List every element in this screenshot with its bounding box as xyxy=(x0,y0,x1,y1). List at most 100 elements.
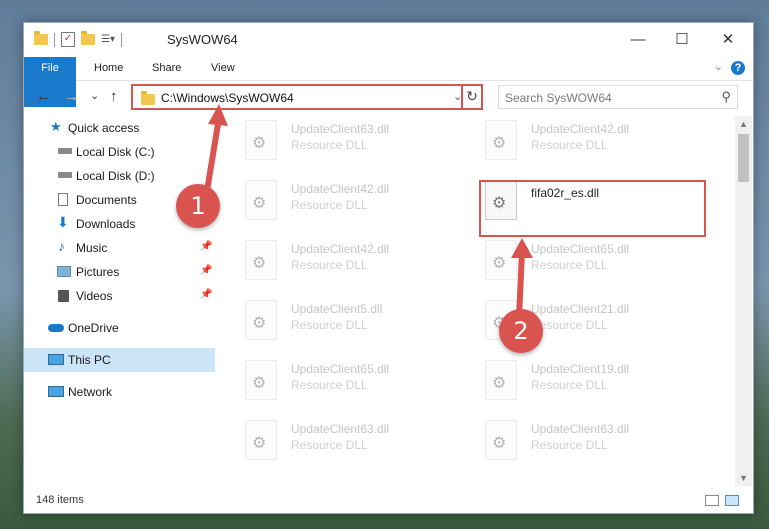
sidebar-item-label: Documents xyxy=(76,193,137,207)
file-name: UpdateClient65.dll xyxy=(291,362,390,376)
sidebar-item-label: Downloads xyxy=(76,217,136,231)
file-item[interactable]: UpdateClient5.dll Resource DLL xyxy=(221,296,451,346)
new-folder-icon[interactable] xyxy=(81,31,95,45)
star-icon: ★ xyxy=(50,119,62,134)
forward-button[interactable]: → xyxy=(64,88,79,105)
file-name: UpdateClient42.dll xyxy=(291,182,390,196)
dll-file-icon xyxy=(485,360,517,400)
file-item[interactable]: UpdateClient63.dll Resource DLL xyxy=(221,416,451,466)
file-type: Resource DLL xyxy=(531,378,608,392)
sidebar-item-local-disk-c[interactable]: Local Disk (C:) xyxy=(24,140,215,164)
pin-icon[interactable]: 📌 xyxy=(200,289,212,300)
sidebar-item-label: Network xyxy=(68,385,113,399)
drive-icon xyxy=(58,148,72,154)
search-icon: ⚲ xyxy=(721,89,731,104)
window-title: SysWOW64 xyxy=(167,32,238,47)
documents-icon xyxy=(58,193,68,206)
file-item[interactable]: UpdateClient21.dll Resource DLL xyxy=(461,296,691,346)
network-icon xyxy=(48,386,64,397)
file-type: Resource DLL xyxy=(291,318,368,332)
help-icon[interactable]: ? xyxy=(731,61,745,75)
refresh-button[interactable]: ↻ xyxy=(461,84,483,110)
vertical-scrollbar[interactable]: ▲ ▼ xyxy=(735,116,752,486)
expand-ribbon-icon[interactable]: ⌄ xyxy=(714,60,723,73)
file-name: UpdateClient63.dll xyxy=(531,422,630,436)
sidebar-item-onedrive[interactable]: OneDrive xyxy=(24,316,215,340)
music-icon: ♪ xyxy=(58,238,65,254)
sidebar-item-label: This PC xyxy=(68,353,111,367)
sidebar-item-music[interactable]: ♪ Music 📌 xyxy=(24,236,215,260)
scroll-down-icon[interactable]: ▼ xyxy=(739,473,748,483)
sidebar-item-quick-access[interactable]: ★ Quick access xyxy=(24,116,215,140)
pin-icon[interactable]: 📌 xyxy=(200,241,212,252)
minimize-button[interactable]: — xyxy=(615,23,661,57)
dll-file-icon xyxy=(485,420,517,460)
scrollbar-thumb[interactable] xyxy=(738,134,749,182)
back-button[interactable]: ← xyxy=(36,88,51,105)
file-item[interactable]: UpdateClient65.dll Resource DLL xyxy=(461,236,691,286)
folder-icon xyxy=(34,31,48,45)
scroll-up-icon[interactable]: ▲ xyxy=(739,119,748,129)
recent-locations-button[interactable]: ⌄ xyxy=(90,89,99,102)
details-view-icon[interactable] xyxy=(705,495,719,506)
tab-home[interactable]: Home xyxy=(94,57,123,80)
large-icons-view-icon[interactable] xyxy=(725,495,739,506)
dll-file-icon xyxy=(245,420,277,460)
file-name: UpdateClient19.dll xyxy=(531,362,630,376)
dll-file-icon xyxy=(485,240,517,280)
file-type: Resource DLL xyxy=(291,258,368,272)
quick-access-toolbar: ✓ ☰▾ xyxy=(34,31,122,47)
search-placeholder: Search SysWOW64 xyxy=(505,91,612,105)
target-file-highlight xyxy=(479,180,706,237)
title-bar: ✓ ☰▾ SysWOW64 — ☐ ✕ xyxy=(24,23,753,57)
file-item[interactable]: UpdateClient65.dll Resource DLL xyxy=(221,356,451,406)
ribbon-tabs: File Home Share View ⌄ ? xyxy=(24,57,753,107)
sidebar-item-label: Music xyxy=(76,241,108,255)
sidebar-item-label: Local Disk (C:) xyxy=(76,145,155,159)
sidebar-item-label: Videos xyxy=(76,289,113,303)
file-item[interactable]: UpdateClient63.dll Resource DLL xyxy=(221,116,451,166)
tab-share[interactable]: Share xyxy=(152,57,181,80)
drive-icon xyxy=(58,172,72,178)
file-name: UpdateClient63.dll xyxy=(291,122,390,136)
file-name: UpdateClient65.dll xyxy=(531,242,630,256)
file-type: Resource DLL xyxy=(531,438,608,452)
file-item[interactable]: UpdateClient19.dll Resource DLL xyxy=(461,356,691,406)
address-row: ← → ⌄ ↑ C:\Windows\SysWOW64 ⌄ ↻ Search S… xyxy=(24,81,753,113)
maximize-button[interactable]: ☐ xyxy=(659,23,705,57)
file-item[interactable]: UpdateClient42.dll Resource DLL xyxy=(221,176,451,226)
downloads-icon: ⬇ xyxy=(57,214,69,230)
search-input[interactable]: Search SysWOW64 ⚲ xyxy=(498,85,738,109)
sidebar-item-this-pc[interactable]: This PC xyxy=(24,348,215,372)
sidebar-item-pictures[interactable]: Pictures 📌 xyxy=(24,260,215,284)
customize-toolbar-icon[interactable]: ☰▾ xyxy=(101,34,115,45)
file-list: UpdateClient63.dll Resource DLL UpdateCl… xyxy=(221,116,733,488)
sidebar-item-label: Local Disk (D:) xyxy=(76,169,155,183)
up-button[interactable]: ↑ xyxy=(110,88,118,105)
file-item[interactable]: UpdateClient42.dll Resource DLL xyxy=(221,236,451,286)
address-bar[interactable]: C:\Windows\SysWOW64 ⌄ xyxy=(131,84,482,110)
navigation-pane: ★ Quick access Local Disk (C:) Local Dis… xyxy=(24,116,215,478)
file-item[interactable]: UpdateClient42.dll Resource DLL xyxy=(461,116,691,166)
file-name: UpdateClient42.dll xyxy=(291,242,390,256)
dll-file-icon xyxy=(245,180,277,220)
item-count: 148 items xyxy=(36,494,84,506)
dll-file-icon xyxy=(245,120,277,160)
sidebar-item-videos[interactable]: Videos 📌 xyxy=(24,284,215,308)
close-button[interactable]: ✕ xyxy=(705,23,751,57)
sidebar-item-label: Quick access xyxy=(68,121,140,135)
sidebar-item-label: OneDrive xyxy=(68,321,119,335)
dll-file-icon xyxy=(485,120,517,160)
sidebar-item-local-disk-d[interactable]: Local Disk (D:) xyxy=(24,164,215,188)
file-type: Resource DLL xyxy=(531,138,608,152)
file-name: UpdateClient5.dll xyxy=(291,302,383,316)
explorer-window: ✓ ☰▾ SysWOW64 — ☐ ✕ File Home Share View… xyxy=(23,22,754,514)
file-item[interactable]: UpdateClient63.dll Resource DLL xyxy=(461,416,691,466)
properties-icon[interactable]: ✓ xyxy=(61,32,75,47)
address-path[interactable]: C:\Windows\SysWOW64 xyxy=(161,91,294,105)
sidebar-item-network[interactable]: Network xyxy=(24,380,215,404)
step-1-badge: 1 xyxy=(176,184,220,228)
pin-icon[interactable]: 📌 xyxy=(200,265,212,276)
file-type: Resource DLL xyxy=(291,378,368,392)
tab-view[interactable]: View xyxy=(211,57,235,80)
